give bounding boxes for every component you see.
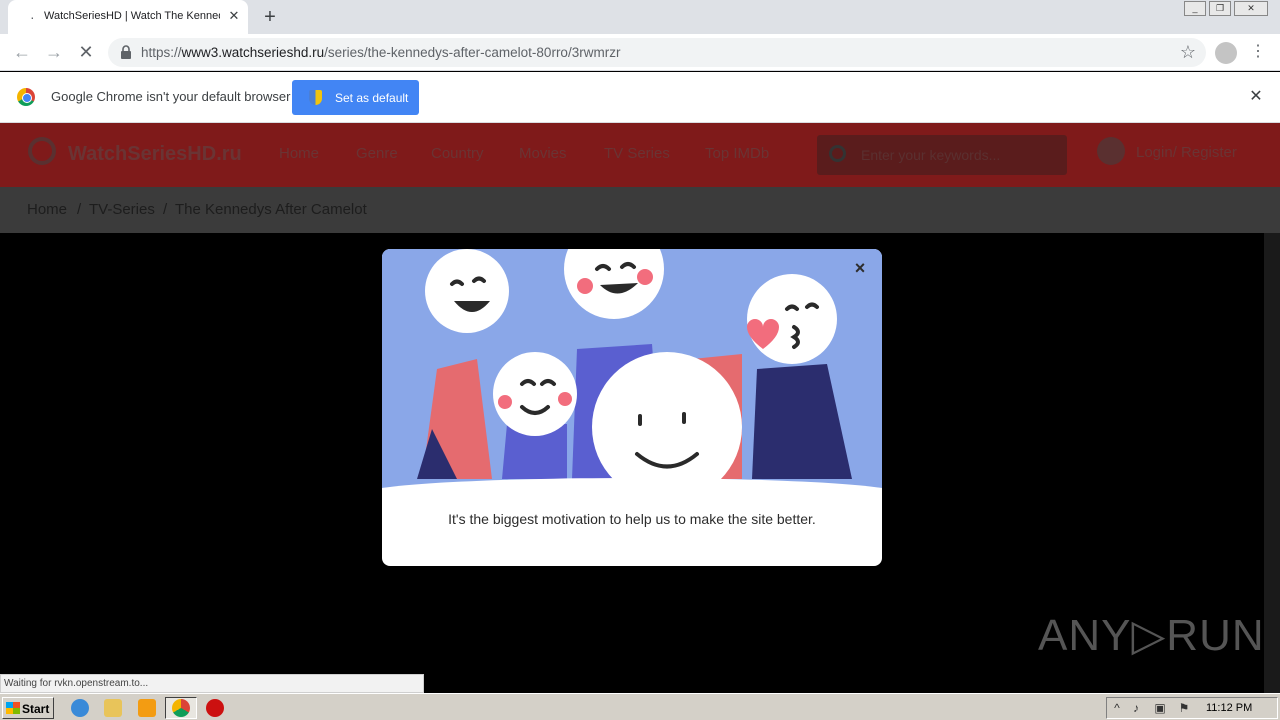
user-icon[interactable] [1097,137,1125,165]
tab-title: WatchSeriesHD | Watch The Kennedys After… [44,10,220,22]
nav-genre[interactable]: Genre [356,145,398,162]
windows-taskbar: Start ^ ♪ ▣ ⚑ 11:12 PM [0,693,1280,720]
forward-button[interactable]: → [42,40,66,64]
stop-loading-button[interactable]: ✕ [74,40,98,64]
breadcrumb: Home / TV-Series / The Kennedys After Ca… [0,187,1280,233]
feedback-modal: × It's the biggest motivation to help us… [382,249,882,566]
site-search [817,135,1067,175]
chrome-icon [172,699,190,717]
action-center-flag-icon[interactable]: ⚑ [1177,701,1191,715]
lock-icon [121,45,131,59]
login-register-link[interactable]: Login/ Register [1136,144,1237,161]
address-bar[interactable]: https://www3.watchserieshd.ru/series/the… [108,38,1206,67]
anyrun-watermark: ANY▷RUN [1038,611,1265,660]
nav-home[interactable]: Home [279,145,319,162]
system-tray: ^ ♪ ▣ ⚑ 11:12 PM [1106,697,1278,719]
breadcrumb-home[interactable]: Home [27,201,67,218]
show-hidden-icons[interactable]: ^ [1110,701,1124,715]
url-text: https://www3.watchserieshd.ru/series/the… [141,45,621,60]
close-tab-icon[interactable]: ✕ [226,8,242,24]
infobar-message: Google Chrome isn't your default browser [51,89,291,104]
happy-people-illustration [382,249,882,499]
search-icon[interactable] [829,145,846,162]
page-scrollbar[interactable] [1264,233,1280,693]
modal-message: It's the biggest motivation to help us t… [448,511,816,527]
back-button[interactable]: ← [10,40,34,64]
restore-button[interactable]: ❐ [1209,1,1231,16]
chrome-logo-icon [17,88,35,106]
modal-close-icon[interactable]: × [851,259,869,277]
browser-toolbar: ← → ✕ https://www3.watchserieshd.ru/seri… [0,34,1280,71]
default-browser-infobar: Google Chrome isn't your default browser… [0,72,1280,123]
search-input[interactable] [861,146,1051,164]
bookmark-star-icon[interactable]: ☆ [1180,42,1196,63]
breadcrumb-separator: / [77,201,82,218]
volume-icon[interactable]: ♪ [1129,701,1143,715]
file-explorer-icon[interactable] [104,699,122,717]
internet-explorer-icon[interactable] [71,699,89,717]
uac-shield-icon [309,90,322,105]
media-player-icon[interactable] [138,699,156,717]
nav-movies[interactable]: Movies [519,145,567,162]
nav-top-imdb[interactable]: Top IMDb [705,145,769,162]
status-bubble: Waiting for rvkn.openstream.to... [0,674,424,693]
breadcrumb-tv-series[interactable]: TV-Series [89,201,155,218]
windows-logo-icon [6,702,20,714]
chrome-menu-icon[interactable]: ⋮ [1250,40,1266,64]
nav-country[interactable]: Country [431,145,484,162]
site-logo[interactable]: WatchSeriesHD.ru [68,143,242,166]
taskbar-clock[interactable]: 11:12 PM [1206,702,1252,714]
breadcrumb-current: The Kennedys After Camelot [175,201,367,218]
set-as-default-button[interactable]: Set as default [292,80,419,115]
loading-icon: · [30,9,35,25]
network-icon[interactable]: ▣ [1153,701,1167,715]
taskbar-chrome-button[interactable] [165,697,197,719]
site-header: WatchSeriesHD.ru Home Genre Country Movi… [0,123,1280,187]
browser-tab[interactable]: · WatchSeriesHD | Watch The Kennedys Aft… [8,0,248,34]
film-reel-icon [28,137,56,165]
breadcrumb-separator: / [163,201,168,218]
infobar-close-icon[interactable]: ✕ [1246,87,1266,107]
profile-avatar[interactable] [1215,42,1237,64]
close-window-button[interactable]: ✕ [1234,1,1268,16]
nav-tv-series[interactable]: TV Series [604,145,670,162]
minimize-button[interactable]: _ [1184,1,1206,16]
tab-strip: · WatchSeriesHD | Watch The Kennedys Aft… [0,0,1280,34]
new-tab-button[interactable]: + [258,5,282,29]
opera-icon[interactable] [206,699,224,717]
start-button[interactable]: Start [2,697,54,719]
